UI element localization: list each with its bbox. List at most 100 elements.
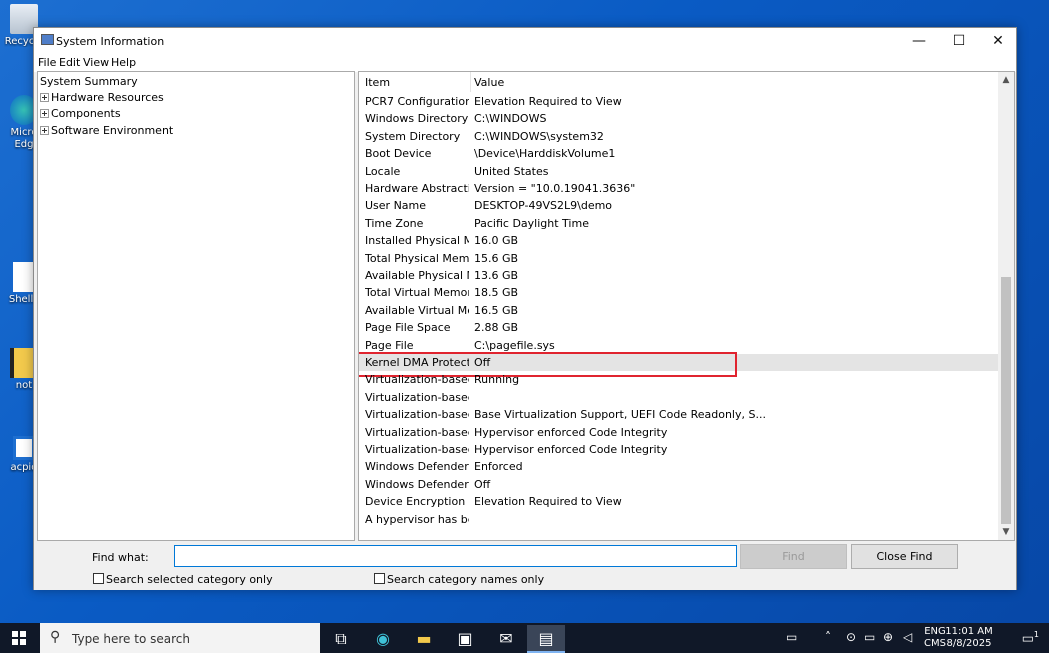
row-value: Elevation Required to View [474,95,622,108]
row-item: Virtualization-based... [365,443,469,456]
title-bar[interactable]: System Information — ☐ ✕ [34,28,1016,54]
details-list[interactable]: Item Value PCR7 Configuration Elevation R… [358,71,1015,541]
row-item: User Name [365,199,427,213]
list-row[interactable]: Locale United States [359,163,999,180]
list-row[interactable]: Windows Directory C:\WINDOWS [359,110,999,127]
taskbar-search-box[interactable]: ⚲ Type here to search [40,623,320,653]
vertical-scrollbar[interactable]: ▲ ▼ [998,72,1014,540]
list-row[interactable]: Page File Space 2.88 GB [359,319,999,336]
maximize-button[interactable]: ☐ [940,28,978,54]
edge-taskbar-icon[interactable]: ◉ [364,625,402,653]
clock-date: 8/8/2025 [946,638,992,649]
list-row[interactable]: Installed Physical Me... 16.0 GB [359,232,999,249]
row-item: Available Physical M... [365,269,469,282]
close-find-button[interactable]: Close Find [851,544,958,569]
menu-edit[interactable]: Edit [59,56,80,69]
row-item: A hypervisor has be... [365,512,469,526]
network-status-icon[interactable]: ⊙ [846,630,856,644]
category-tree[interactable]: System Summary Hardware Resources Compon… [37,71,355,541]
row-value: United States [474,164,549,178]
list-row[interactable]: Hardware Abstractio... Version = "10.0.19… [359,180,999,197]
list-header: Item Value [359,72,999,92]
row-item: Virtualization-based... [365,390,469,404]
list-row[interactable]: Total Virtual Memory 18.5 GB [359,284,999,301]
file-explorer-icon[interactable]: ▬ [405,625,443,653]
list-row[interactable]: A hypervisor has be... [359,511,999,528]
notifications-icon[interactable]: ▭1 [1022,630,1039,646]
checkbox-label: Search category names only [387,573,545,586]
notification-count: 1 [1033,630,1039,639]
windows-logo-icon [12,639,18,645]
list-row[interactable]: Windows Defender ... Off [359,476,999,493]
expand-icon[interactable] [40,93,49,102]
menu-file[interactable]: File [38,56,56,69]
list-row[interactable]: PCR7 Configuration Elevation Required to … [359,93,999,110]
system-information-taskbar-icon[interactable]: ▤ [527,625,565,653]
column-header-value[interactable]: Value [474,76,504,89]
system-information-icon [41,34,54,45]
battery-icon[interactable]: ▭ [864,630,875,644]
search-selected-category-checkbox[interactable]: Search selected category only [93,573,273,586]
volume-muted-icon[interactable]: ◁ [903,630,912,644]
column-divider[interactable] [470,72,471,92]
tree-item-software-environment[interactable]: Software Environment [40,124,173,140]
menu-view[interactable]: View [83,56,109,69]
list-row[interactable]: Virtualization-based... Running [359,371,999,388]
list-row[interactable]: Time Zone Pacific Daylight Time [359,215,999,232]
row-value: 16.5 GB [474,303,519,317]
list-row[interactable]: Available Virtual Me... 16.5 GB [359,302,999,319]
list-row[interactable]: Virtualization-based... Hypervisor enforc… [359,424,999,441]
row-item: Windows Defender ... [365,460,469,474]
row-item: Virtualization-based... [365,373,469,387]
scroll-thumb[interactable] [1001,277,1011,524]
list-row[interactable]: Boot Device \Device\HarddiskVolume1 [359,145,999,162]
minimize-button[interactable]: — [900,28,938,54]
list-row[interactable]: Total Physical Memo... 15.6 GB [359,250,999,267]
menu-help[interactable]: Help [111,56,136,69]
list-row[interactable]: Device Encryption S... Elevation Required… [359,493,999,510]
row-item: Available Virtual Me... [365,303,469,317]
row-value: Hypervisor enforced Code Integrity [474,425,668,439]
tree-item-components[interactable]: Components [40,107,121,123]
taskbar-clock[interactable]: 11:01 AM 8/8/2025 [939,626,999,650]
scroll-up-icon[interactable]: ▲ [998,72,1014,88]
find-what-input[interactable] [174,545,737,567]
row-value: Running [474,373,520,387]
find-button[interactable]: Find [740,544,847,569]
list-row[interactable]: System Directory C:\WINDOWS\system32 [359,128,999,145]
list-row[interactable]: Virtualization-based... Hypervisor enforc… [359,441,999,458]
list-row[interactable]: Kernel DMA Protecti...Off [359,352,999,377]
globe-network-icon[interactable]: ⊕ [883,630,893,644]
close-button[interactable]: ✕ [979,28,1017,54]
tree-item-system-summary[interactable]: System Summary [40,75,138,91]
mail-icon[interactable]: ✉ [487,625,525,653]
tree-item-label: Software Environment [51,124,174,137]
tree-item-label: Hardware Resources [51,91,164,104]
row-value: \Device\HarddiskVolume1 [474,147,616,161]
scroll-down-icon[interactable]: ▼ [998,524,1014,540]
column-header-item[interactable]: Item [365,76,390,89]
list-row[interactable]: Virtualization-based... Base Virtualizati… [359,406,999,423]
tree-item-label: Components [51,107,121,120]
row-item: Total Physical Memo... [365,251,469,265]
row-item: Installed Physical Me... [365,234,469,248]
task-view-icon[interactable]: ⧉ [322,625,360,653]
store-icon[interactable]: ▣ [446,625,484,653]
row-item: PCR7 Configuration [365,95,469,108]
taskbar: ⚲ Type here to search ⧉ ◉ ▬ ▣ ✉ ▤ ▭ ˄ ⊙ … [0,623,1049,653]
list-row[interactable]: Virtualization-based... [359,389,999,406]
expand-icon[interactable] [40,109,49,118]
checkbox-icon[interactable] [93,573,104,584]
list-row[interactable]: Available Physical M... 13.6 GB [359,267,999,284]
row-value: Off [474,477,491,491]
tree-item-hardware-resources[interactable]: Hardware Resources [40,91,164,107]
expand-icon[interactable] [40,126,49,135]
checkbox-icon[interactable] [374,573,385,584]
file-icon [13,262,35,292]
list-row[interactable]: Windows Defender ... Enforced [359,458,999,475]
search-category-names-checkbox[interactable]: Search category names only [374,573,544,586]
list-row[interactable]: User Name DESKTOP-49VS2L9\demo [359,197,999,214]
action-center-app-icon[interactable]: ▭ [786,630,797,644]
start-button[interactable] [12,631,26,645]
show-hidden-icons-icon[interactable]: ˄ [825,630,831,644]
